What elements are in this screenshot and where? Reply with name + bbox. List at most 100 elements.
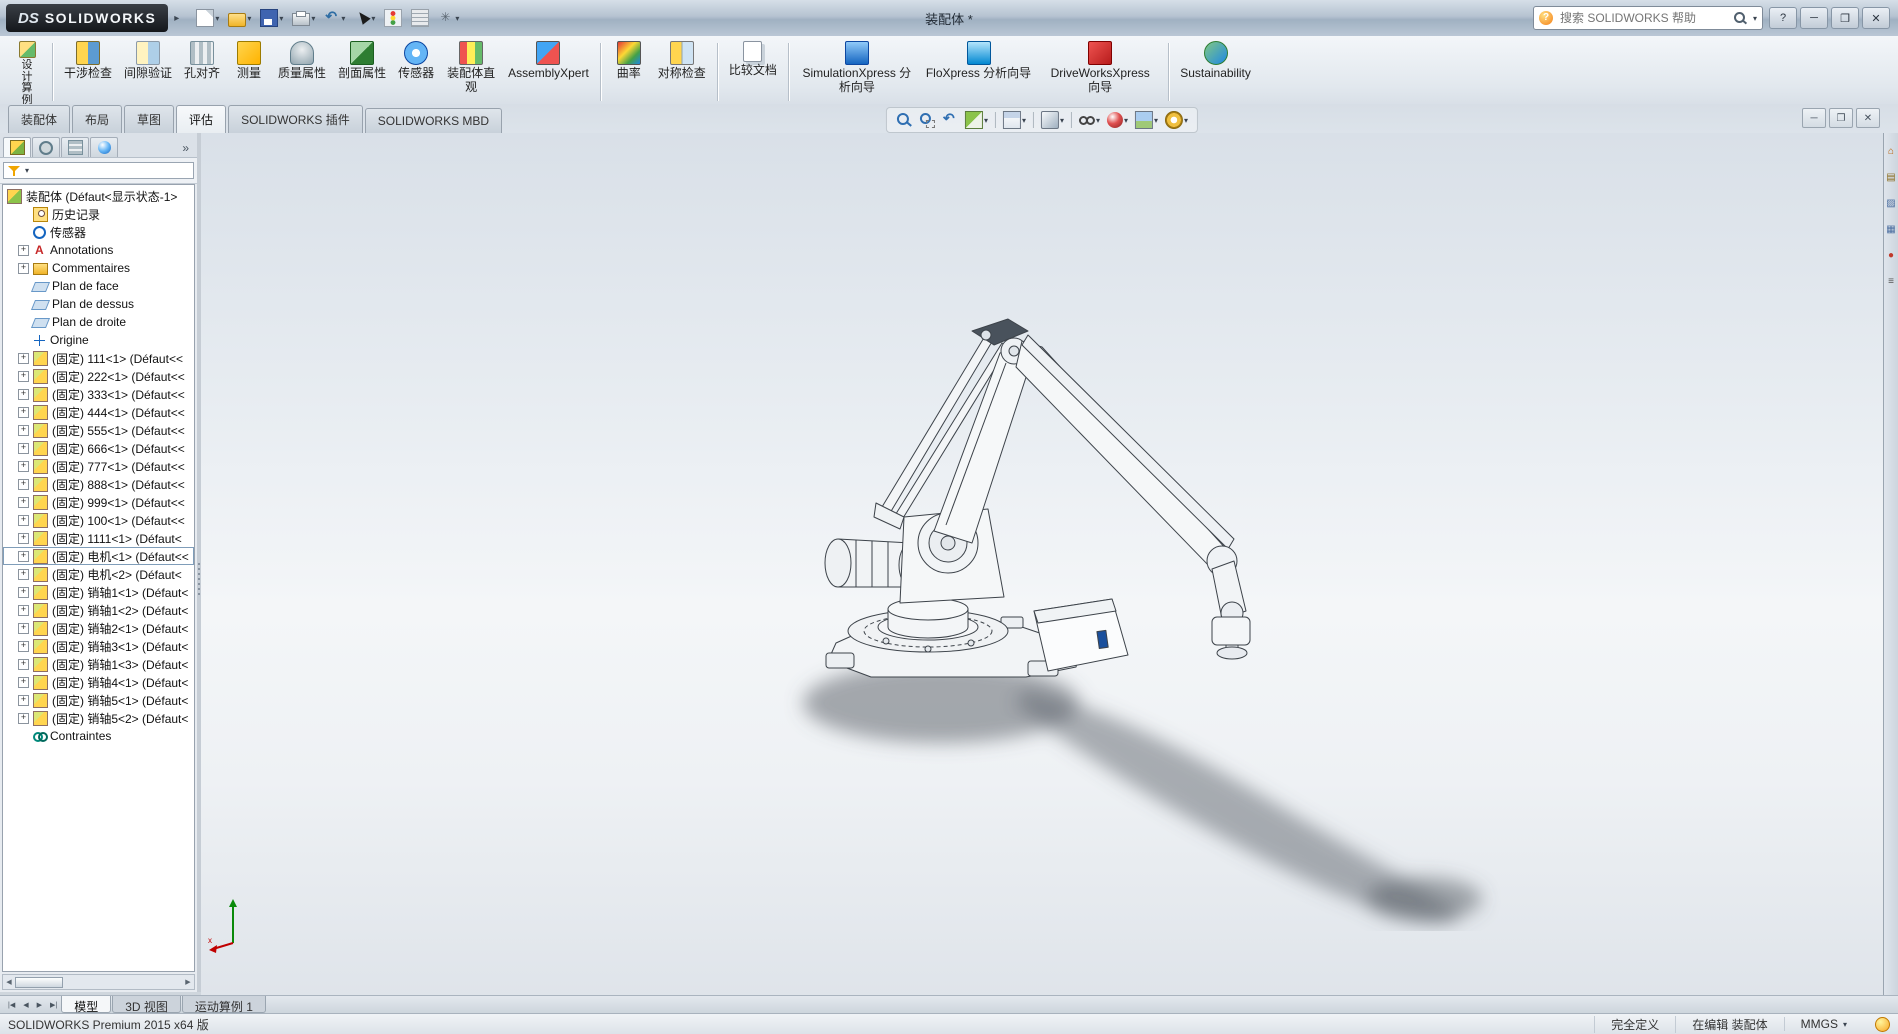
expand-icon[interactable]: + [18, 694, 29, 706]
select-cursor-button[interactable]: ▾ [351, 8, 378, 28]
tree-item[interactable]: + (固定) 销轴4<1> (Défaut< [3, 673, 194, 691]
panel-tab-featuremanager[interactable] [3, 137, 31, 157]
taskpane-home-button[interactable]: ⌂ [1888, 143, 1894, 157]
nav-prev-button[interactable]: ◀ [19, 996, 32, 1014]
open-button[interactable]: ▾ [225, 8, 254, 29]
clearance-verification-button[interactable]: 间隙验证 [119, 38, 177, 106]
floxpress-button[interactable]: FloXpress 分析向导 [921, 38, 1036, 106]
bottom-tab-1[interactable]: 3D 视图 [112, 996, 181, 1014]
expand-icon[interactable]: + [18, 442, 29, 454]
save-button[interactable]: ▾ [257, 7, 286, 29]
sustainability-button[interactable]: Sustainability [1175, 38, 1256, 106]
tree-filter-box[interactable]: ▾ [3, 162, 194, 179]
tree-filter-input[interactable] [33, 163, 189, 178]
section-properties-button[interactable]: 剖面属性 [333, 38, 391, 106]
tree-item[interactable]: + (固定) 销轴5<2> (Défaut< [3, 709, 194, 727]
close-button[interactable]: ✕ [1862, 7, 1890, 29]
search-box[interactable]: ▾ [1533, 6, 1763, 30]
taskpane-file-explorer-button[interactable]: ▨ [1886, 195, 1895, 209]
expand-icon[interactable]: + [18, 712, 29, 724]
command-tab-3[interactable]: 评估 [176, 105, 227, 133]
taskpane-design-library-button[interactable]: ▤ [1886, 169, 1895, 183]
tree-item[interactable]: + (固定) 999<1> (Défaut<< [3, 493, 194, 511]
interference-detection-button[interactable]: 干涉检查 [59, 38, 117, 106]
search-icon[interactable] [1733, 11, 1747, 25]
tree-item[interactable]: 装配体 (Défaut<显示状态-1> [3, 187, 194, 205]
tree-item[interactable]: Plan de face [3, 277, 194, 295]
restore-button[interactable]: ❐ [1831, 7, 1859, 29]
new-document-button[interactable]: ▾ [193, 7, 222, 29]
expand-icon[interactable]: + [18, 388, 29, 400]
print-button[interactable]: ▾ [289, 9, 318, 28]
nav-last-button[interactable]: ▶| [46, 996, 61, 1014]
nav-next-button[interactable]: ▶ [33, 996, 46, 1014]
expand-icon[interactable]: + [18, 622, 29, 634]
expand-icon[interactable]: + [18, 244, 29, 256]
expand-icon[interactable]: + [18, 352, 29, 364]
tree-horizontal-scrollbar[interactable]: ◀ ▶ [2, 974, 195, 990]
filter-funnel-icon[interactable] [8, 165, 20, 177]
expand-icon[interactable]: + [18, 478, 29, 490]
tree-item[interactable]: + (固定) 666<1> (Défaut<< [3, 439, 194, 457]
tree-item[interactable]: 传感器 [3, 223, 194, 241]
section-view-button[interactable]: ▾ [963, 111, 990, 129]
tree-item[interactable]: Plan de droite [3, 313, 194, 331]
assembly-visualization-button[interactable]: 装配体直观 [441, 38, 501, 106]
view-settings-button[interactable]: ▾ [1163, 111, 1190, 129]
tree-item[interactable]: 历史记录 [3, 205, 194, 223]
tree-item[interactable]: + (固定) 销轴1<2> (Défaut< [3, 601, 194, 619]
scrollbar-thumb[interactable] [15, 976, 63, 988]
tree-item[interactable]: + (固定) 777<1> (Défaut<< [3, 457, 194, 475]
search-dropdown-arrow-icon[interactable]: ▾ [1753, 14, 1757, 23]
doc-close-button[interactable]: ✕ [1856, 108, 1880, 128]
curvature-button[interactable]: 曲率 [607, 38, 651, 106]
expand-icon[interactable]: + [18, 460, 29, 472]
command-tab-1[interactable]: 布局 [72, 105, 123, 133]
command-tab-5[interactable]: SOLIDWORKS MBD [364, 108, 503, 133]
taskpane-view-palette-button[interactable]: ▦ [1886, 221, 1895, 235]
graphics-area[interactable]: x [201, 133, 1884, 996]
expand-icon[interactable]: + [18, 532, 29, 544]
zoom-area-button[interactable] [917, 112, 937, 128]
options-button[interactable]: ▾ [435, 8, 462, 28]
tree-item[interactable]: Contraintes [3, 727, 194, 745]
expand-icon[interactable]: + [18, 658, 29, 670]
previous-view-button[interactable] [940, 110, 960, 128]
search-input[interactable] [1558, 10, 1728, 26]
tree-item[interactable]: + (固定) 333<1> (Défaut<< [3, 385, 194, 403]
expand-icon[interactable]: + [18, 514, 29, 526]
display-style-button[interactable]: ▾ [1039, 111, 1066, 129]
robot-geometry[interactable] [824, 318, 1251, 678]
expand-icon[interactable]: + [18, 550, 29, 562]
panel-tabs-overflow[interactable]: » [177, 141, 194, 157]
expand-icon[interactable]: + [18, 424, 29, 436]
tree-item[interactable]: + (固定) 销轴2<1> (Défaut< [3, 619, 194, 637]
nav-first-button[interactable]: |◀ [4, 996, 19, 1014]
expand-icon[interactable]: + [18, 586, 29, 598]
expand-icon[interactable]: + [18, 568, 29, 580]
tree-item[interactable]: + (固定) 电机<1> (Défaut<< [3, 547, 194, 565]
expand-icon[interactable]: + [18, 604, 29, 616]
help-button[interactable]: ? [1769, 7, 1797, 29]
hide-show-items-button[interactable]: ▾ [1077, 112, 1102, 128]
tree-item[interactable]: + (固定) 销轴3<1> (Défaut< [3, 637, 194, 655]
panel-tab-displaymanager[interactable] [90, 137, 118, 157]
file-properties-button[interactable] [408, 7, 432, 29]
expand-icon[interactable]: + [18, 370, 29, 382]
expand-icon[interactable]: + [18, 676, 29, 688]
expand-icon[interactable]: + [18, 262, 29, 274]
scroll-right-arrow-icon[interactable]: ▶ [182, 976, 194, 988]
command-tab-0[interactable]: 装配体 [8, 105, 71, 133]
command-tab-4[interactable]: SOLIDWORKS 插件 [228, 105, 363, 133]
tree-item[interactable]: + (固定) 111<1> (Défaut<< [3, 349, 194, 367]
rebuild-button[interactable] [381, 7, 405, 29]
panel-tab-propertymanager[interactable] [32, 137, 60, 157]
tree-item[interactable]: + (固定) 销轴5<1> (Défaut< [3, 691, 194, 709]
robot-model[interactable] [776, 311, 1536, 931]
bottom-tab-0[interactable]: 模型 [61, 996, 112, 1014]
compare-documents-button[interactable]: 比较文档 [724, 38, 782, 106]
zoom-fit-button[interactable] [894, 112, 914, 128]
tree-item[interactable]: Origine [3, 331, 194, 349]
status-icon[interactable] [1875, 1016, 1890, 1032]
design-study-button[interactable]: 设计算例 [8, 38, 46, 106]
